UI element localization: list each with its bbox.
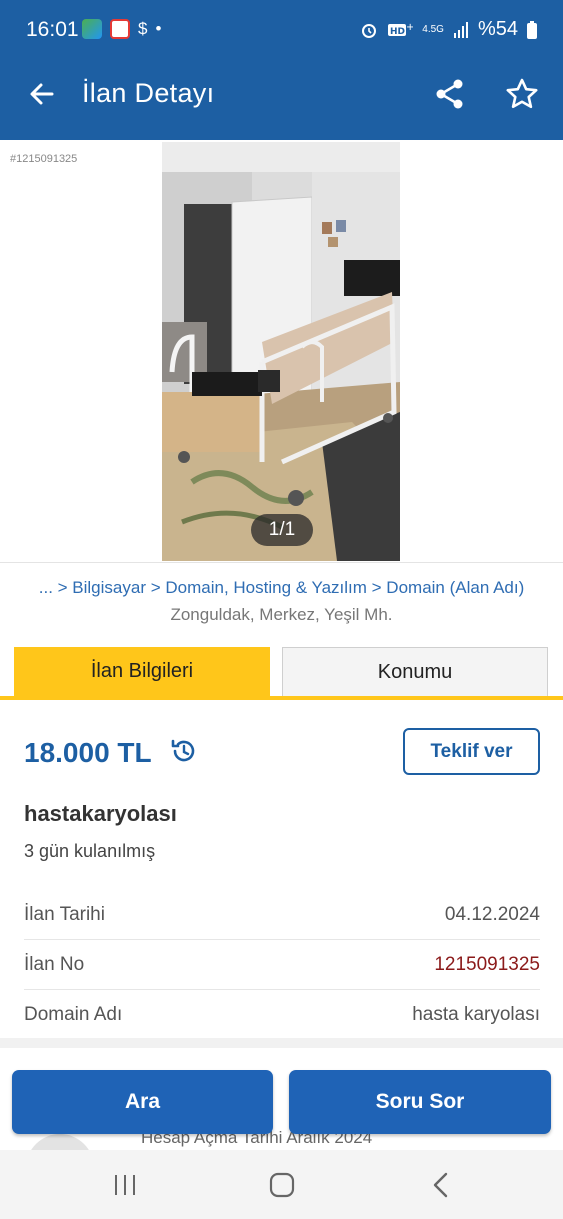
status-time: 16:01 <box>26 18 79 41</box>
app-header: 16:01 $ • HD + 4.5G %54 İlan Detayı <box>0 0 563 140</box>
dollar-icon: $ <box>138 19 148 38</box>
call-button[interactable]: Ara <box>12 1070 273 1134</box>
detail-row: Domain Adı hasta karyolası <box>24 990 540 1040</box>
battery-level: %54 <box>477 18 518 40</box>
location-text: Zonguldak, Merkez, Yeşil Mh. <box>170 605 393 624</box>
ask-question-button[interactable]: Soru Sor <box>289 1070 551 1134</box>
dot-icon: • <box>155 19 162 38</box>
category-path[interactable]: ... > Bilgisayar > Domain, Hosting & Yaz… <box>0 578 563 598</box>
photo-gallery: #1215091325 1/1 <box>0 140 563 562</box>
detail-key: İlan Tarihi <box>24 904 105 925</box>
listing-title: hastakaryolası <box>24 801 177 826</box>
listing-details: 18.000 TL Teklif ver hastakaryolası 3 gü… <box>0 700 563 1038</box>
svg-text:HD: HD <box>390 27 405 37</box>
system-nav-bar <box>0 1150 563 1219</box>
breadcrumb: ... > Bilgisayar > Domain, Hosting & Yaz… <box>0 562 563 642</box>
page-title: İlan Detayı <box>82 78 215 108</box>
ad-number-value: 1215091325 <box>434 954 540 975</box>
alarm-icon <box>362 23 377 38</box>
app-notification-icon <box>82 19 102 39</box>
system-icons: HD + 4.5G %54 <box>360 18 537 41</box>
listing-description: 3 gün kulanılmış <box>24 841 156 861</box>
app-notification-icon <box>110 19 130 39</box>
network-type: 4.5G <box>422 24 444 35</box>
price-history-icon[interactable] <box>170 737 198 765</box>
share-icon[interactable] <box>432 76 468 112</box>
photo-counter: 1/1 <box>251 514 313 546</box>
tab-listing-info[interactable]: İlan Bilgileri <box>14 647 270 696</box>
price: 18.000 TL <box>24 737 152 768</box>
hd-voice-icon: HD + <box>388 22 413 37</box>
svg-text:+: + <box>406 22 413 33</box>
battery-icon <box>527 20 537 39</box>
detail-key: İlan No <box>24 954 85 975</box>
hospital-bed-photo <box>162 142 400 561</box>
signal-icon <box>453 21 468 38</box>
ad-number-tag: #1215091325 <box>10 153 78 165</box>
notification-icons: $ • <box>82 19 161 39</box>
make-offer-button[interactable]: Teklif ver <box>403 728 540 775</box>
detail-row: İlan No 1215091325 <box>24 940 540 990</box>
status-bar: 16:01 $ • HD + 4.5G %54 <box>0 0 563 60</box>
detail-value: hasta karyolası <box>412 1004 540 1025</box>
recent-apps-icon[interactable] <box>112 1173 138 1197</box>
listing-photo[interactable] <box>162 142 400 561</box>
nav-back-icon[interactable] <box>430 1172 452 1198</box>
detail-key: Domain Adı <box>24 1004 123 1025</box>
detail-row: İlan Tarihi 04.12.2024 <box>24 890 540 940</box>
home-icon[interactable] <box>269 1172 295 1198</box>
tab-bar: İlan Bilgileri Konumu <box>0 642 563 700</box>
detail-value: 04.12.2024 <box>444 904 540 925</box>
star-icon[interactable] <box>504 76 540 112</box>
back-arrow-icon[interactable] <box>24 76 60 112</box>
tab-location[interactable]: Konumu <box>282 647 548 696</box>
